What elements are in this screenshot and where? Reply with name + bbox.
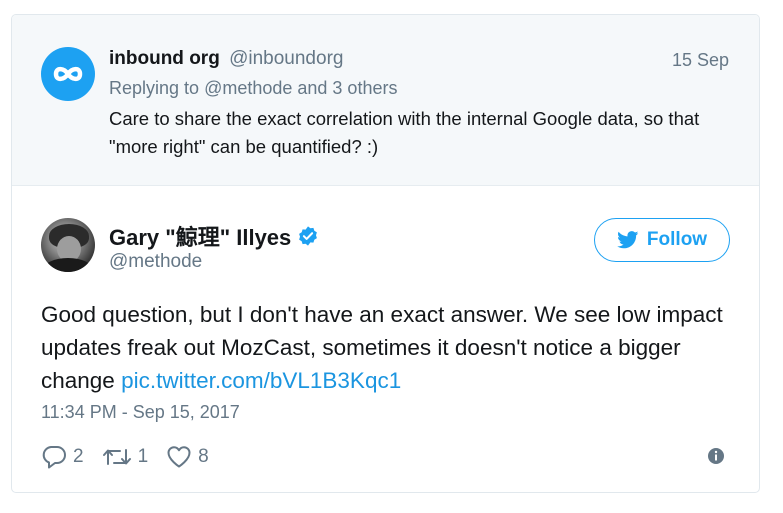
twitter-bird-icon bbox=[617, 231, 639, 249]
like-button[interactable]: 8 bbox=[166, 445, 209, 469]
info-icon[interactable] bbox=[707, 447, 725, 470]
tweet-text: Good question, but I don't have an exact… bbox=[41, 298, 741, 397]
heart-icon bbox=[167, 446, 191, 468]
verified-badge-icon bbox=[297, 225, 319, 253]
tweet-media-link[interactable]: pic.twitter.com/bVL1B3Kqc1 bbox=[121, 368, 401, 393]
replying-prefix: Replying to bbox=[109, 78, 205, 98]
replying-to: Replying to @methode and 3 others bbox=[109, 78, 397, 99]
parent-date[interactable]: 15 Sep bbox=[672, 50, 729, 71]
retweet-count: 1 bbox=[137, 446, 149, 467]
infinity-logo-icon[interactable] bbox=[41, 47, 95, 101]
retweet-icon bbox=[102, 449, 131, 465]
parent-tweet-text: Care to share the exact correlation with… bbox=[109, 108, 700, 157]
tweet-actions: 2 1 8 bbox=[41, 444, 227, 470]
reply-count: 2 bbox=[73, 446, 84, 467]
tweet-timestamp[interactable]: 11:34 PM - Sep 15, 2017 bbox=[41, 402, 240, 423]
replying-mention[interactable]: @methode bbox=[204, 78, 292, 98]
follow-button[interactable]: Follow bbox=[594, 218, 730, 262]
like-count: 8 bbox=[198, 446, 209, 467]
tweet-embed-card: inbound org @inboundorg 15 Sep Replying … bbox=[11, 14, 760, 493]
replying-suffix[interactable]: and 3 others bbox=[292, 78, 397, 98]
retweet-button[interactable]: 1 bbox=[102, 445, 149, 469]
parent-author[interactable]: inbound org @inboundorg bbox=[109, 48, 343, 70]
reply-icon bbox=[42, 446, 66, 469]
avatar[interactable] bbox=[41, 218, 95, 272]
author-name-row[interactable]: Gary "鯨理" Illyes bbox=[109, 220, 319, 253]
parent-author-name[interactable]: inbound org bbox=[109, 48, 220, 69]
author-name[interactable]: Gary "鯨理" Illyes bbox=[109, 225, 291, 250]
follow-label: Follow bbox=[646, 229, 708, 250]
author-handle[interactable]: @methode bbox=[109, 251, 202, 273]
parent-author-handle[interactable]: @inboundorg bbox=[229, 48, 343, 69]
parent-tweet[interactable]: inbound org @inboundorg 15 Sep Replying … bbox=[12, 15, 759, 186]
reply-button[interactable]: 2 bbox=[41, 445, 84, 469]
